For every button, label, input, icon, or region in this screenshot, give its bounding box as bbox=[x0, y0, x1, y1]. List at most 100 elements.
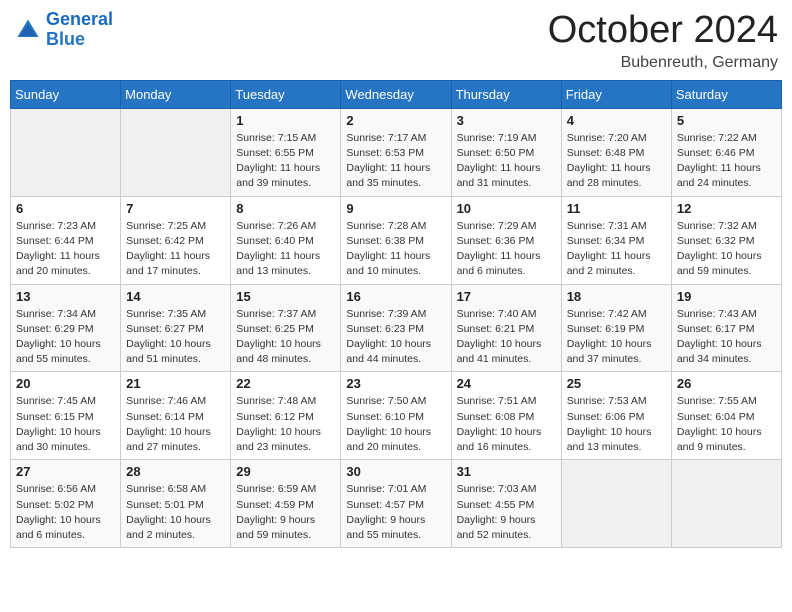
day-number: 21 bbox=[126, 376, 225, 391]
day-number: 11 bbox=[567, 201, 666, 216]
calendar-cell: 20 Sunrise: 7:45 AMSunset: 6:15 PMDayligh… bbox=[11, 372, 121, 460]
day-number: 2 bbox=[346, 113, 445, 128]
day-of-week-header: Tuesday bbox=[231, 80, 341, 108]
day-number: 29 bbox=[236, 464, 335, 479]
day-number: 12 bbox=[677, 201, 776, 216]
calendar-cell: 12Sunrise: 7:32 AMSunset: 6:32 PMDayligh… bbox=[671, 196, 781, 284]
day-number: 18 bbox=[567, 289, 666, 304]
day-number: 10 bbox=[457, 201, 556, 216]
day-info: Sunrise: 7:39 AMSunset: 6:23 PMDaylight:… bbox=[346, 307, 445, 368]
day-info: Sunrise: 7:35 AMSunset: 6:27 PMDaylight:… bbox=[126, 307, 225, 368]
calendar-cell: 31 Sunrise: 7:03 AMSunset: 4:55 PMDayligh… bbox=[451, 460, 561, 548]
calendar-week-row: 1 Sunrise: 7:15 AMSunset: 6:55 PMDaylight… bbox=[11, 108, 782, 196]
day-number: 30 bbox=[346, 464, 445, 479]
day-info: Sunrise: 7:25 AMSunset: 6:42 PMDaylight:… bbox=[126, 219, 225, 280]
day-info: Sunrise: 7:26 AMSunset: 6:40 PMDaylight:… bbox=[236, 219, 335, 280]
day-of-week-header: Wednesday bbox=[341, 80, 451, 108]
day-of-week-header: Friday bbox=[561, 80, 671, 108]
day-number: 7 bbox=[126, 201, 225, 216]
calendar-cell: 6 Sunrise: 7:23 AMSunset: 6:44 PMDaylight… bbox=[11, 196, 121, 284]
month-title: October 2024 bbox=[548, 10, 778, 52]
day-number: 31 bbox=[457, 464, 556, 479]
day-number: 24 bbox=[457, 376, 556, 391]
calendar-cell: 10 Sunrise: 7:29 AMSunset: 6:36 PMDayligh… bbox=[451, 196, 561, 284]
calendar-table: SundayMondayTuesdayWednesdayThursdayFrid… bbox=[10, 80, 782, 548]
calendar-cell: 11 Sunrise: 7:31 AMSunset: 6:34 PMDayligh… bbox=[561, 196, 671, 284]
logo: General Blue bbox=[14, 10, 113, 50]
calendar-cell: 8Sunrise: 7:26 AMSunset: 6:40 PMDaylight… bbox=[231, 196, 341, 284]
calendar-cell: 24 Sunrise: 7:51 AMSunset: 6:08 PMDayligh… bbox=[451, 372, 561, 460]
calendar-cell: 2 Sunrise: 7:17 AMSunset: 6:53 PMDaylight… bbox=[341, 108, 451, 196]
calendar-week-row: 13 Sunrise: 7:34 AMSunset: 6:29 PMDayligh… bbox=[11, 284, 782, 372]
day-info: Sunrise: 7:22 AMSunset: 6:46 PMDaylight:… bbox=[677, 131, 776, 192]
calendar-cell: 23Sunrise: 7:50 AMSunset: 6:10 PMDayligh… bbox=[341, 372, 451, 460]
location: Bubenreuth, Germany bbox=[548, 54, 778, 72]
day-info: Sunrise: 7:19 AMSunset: 6:50 PMDaylight:… bbox=[457, 131, 556, 192]
day-info: Sunrise: 6:56 AMSunset: 5:02 PMDaylight:… bbox=[16, 482, 115, 543]
page-header: General Blue October 2024 Bubenreuth, Ge… bbox=[10, 10, 782, 72]
day-number: 16 bbox=[346, 289, 445, 304]
day-info: Sunrise: 7:15 AMSunset: 6:55 PMDaylight:… bbox=[236, 131, 335, 192]
calendar-cell: 16 Sunrise: 7:39 AMSunset: 6:23 PMDayligh… bbox=[341, 284, 451, 372]
day-number: 26 bbox=[677, 376, 776, 391]
day-info: Sunrise: 7:50 AMSunset: 6:10 PMDaylight:… bbox=[346, 394, 445, 455]
day-number: 20 bbox=[16, 376, 115, 391]
day-number: 27 bbox=[16, 464, 115, 479]
logo-icon bbox=[14, 16, 42, 44]
day-of-week-header: Sunday bbox=[11, 80, 121, 108]
day-number: 5 bbox=[677, 113, 776, 128]
day-number: 15 bbox=[236, 289, 335, 304]
day-info: Sunrise: 7:45 AMSunset: 6:15 PMDaylight:… bbox=[16, 394, 115, 455]
calendar-cell bbox=[11, 108, 121, 196]
calendar-cell bbox=[561, 460, 671, 548]
calendar-cell: 19Sunrise: 7:43 AMSunset: 6:17 PMDayligh… bbox=[671, 284, 781, 372]
calendar-week-row: 20 Sunrise: 7:45 AMSunset: 6:15 PMDayligh… bbox=[11, 372, 782, 460]
title-block: October 2024 Bubenreuth, Germany bbox=[548, 10, 778, 72]
day-info: Sunrise: 6:58 AMSunset: 5:01 PMDaylight:… bbox=[126, 482, 225, 543]
day-number: 9 bbox=[346, 201, 445, 216]
day-info: Sunrise: 7:55 AMSunset: 6:04 PMDaylight:… bbox=[677, 394, 776, 455]
day-info: Sunrise: 7:48 AMSunset: 6:12 PMDaylight:… bbox=[236, 394, 335, 455]
day-number: 4 bbox=[567, 113, 666, 128]
day-number: 1 bbox=[236, 113, 335, 128]
calendar-body: 1 Sunrise: 7:15 AMSunset: 6:55 PMDaylight… bbox=[11, 108, 782, 547]
calendar-cell: 15Sunrise: 7:37 AMSunset: 6:25 PMDayligh… bbox=[231, 284, 341, 372]
day-number: 3 bbox=[457, 113, 556, 128]
calendar-cell: 21Sunrise: 7:46 AMSunset: 6:14 PMDayligh… bbox=[121, 372, 231, 460]
day-info: Sunrise: 7:23 AMSunset: 6:44 PMDaylight:… bbox=[16, 219, 115, 280]
calendar-cell: 14 Sunrise: 7:35 AMSunset: 6:27 PMDayligh… bbox=[121, 284, 231, 372]
day-info: Sunrise: 7:29 AMSunset: 6:36 PMDaylight:… bbox=[457, 219, 556, 280]
calendar-cell bbox=[671, 460, 781, 548]
day-number: 13 bbox=[16, 289, 115, 304]
calendar-cell: 1 Sunrise: 7:15 AMSunset: 6:55 PMDaylight… bbox=[231, 108, 341, 196]
day-info: Sunrise: 7:01 AMSunset: 4:57 PMDaylight:… bbox=[346, 482, 445, 543]
logo-blue: Blue bbox=[46, 29, 85, 49]
calendar-cell: 26 Sunrise: 7:55 AMSunset: 6:04 PMDayligh… bbox=[671, 372, 781, 460]
calendar-cell: 13 Sunrise: 7:34 AMSunset: 6:29 PMDayligh… bbox=[11, 284, 121, 372]
day-info: Sunrise: 7:17 AMSunset: 6:53 PMDaylight:… bbox=[346, 131, 445, 192]
day-number: 19 bbox=[677, 289, 776, 304]
calendar-cell: 7 Sunrise: 7:25 AMSunset: 6:42 PMDaylight… bbox=[121, 196, 231, 284]
calendar-cell: 22Sunrise: 7:48 AMSunset: 6:12 PMDayligh… bbox=[231, 372, 341, 460]
day-number: 25 bbox=[567, 376, 666, 391]
day-info: Sunrise: 7:51 AMSunset: 6:08 PMDaylight:… bbox=[457, 394, 556, 455]
days-of-week-row: SundayMondayTuesdayWednesdayThursdayFrid… bbox=[11, 80, 782, 108]
calendar-cell: 17Sunrise: 7:40 AMSunset: 6:21 PMDayligh… bbox=[451, 284, 561, 372]
calendar-cell: 29 Sunrise: 6:59 AMSunset: 4:59 PMDayligh… bbox=[231, 460, 341, 548]
day-number: 6 bbox=[16, 201, 115, 216]
day-info: Sunrise: 7:34 AMSunset: 6:29 PMDaylight:… bbox=[16, 307, 115, 368]
calendar-cell: 18Sunrise: 7:42 AMSunset: 6:19 PMDayligh… bbox=[561, 284, 671, 372]
day-info: Sunrise: 6:59 AMSunset: 4:59 PMDaylight:… bbox=[236, 482, 335, 543]
calendar-cell: 28Sunrise: 6:58 AMSunset: 5:01 PMDayligh… bbox=[121, 460, 231, 548]
day-of-week-header: Thursday bbox=[451, 80, 561, 108]
calendar-week-row: 6 Sunrise: 7:23 AMSunset: 6:44 PMDaylight… bbox=[11, 196, 782, 284]
day-info: Sunrise: 7:31 AMSunset: 6:34 PMDaylight:… bbox=[567, 219, 666, 280]
day-info: Sunrise: 7:53 AMSunset: 6:06 PMDaylight:… bbox=[567, 394, 666, 455]
logo-general: General bbox=[46, 9, 113, 29]
calendar-week-row: 27 Sunrise: 6:56 AMSunset: 5:02 PMDayligh… bbox=[11, 460, 782, 548]
calendar-cell: 27 Sunrise: 6:56 AMSunset: 5:02 PMDayligh… bbox=[11, 460, 121, 548]
day-info: Sunrise: 7:03 AMSunset: 4:55 PMDaylight:… bbox=[457, 482, 556, 543]
calendar-cell: 9Sunrise: 7:28 AMSunset: 6:38 PMDaylight… bbox=[341, 196, 451, 284]
day-number: 14 bbox=[126, 289, 225, 304]
calendar-cell: 25 Sunrise: 7:53 AMSunset: 6:06 PMDayligh… bbox=[561, 372, 671, 460]
